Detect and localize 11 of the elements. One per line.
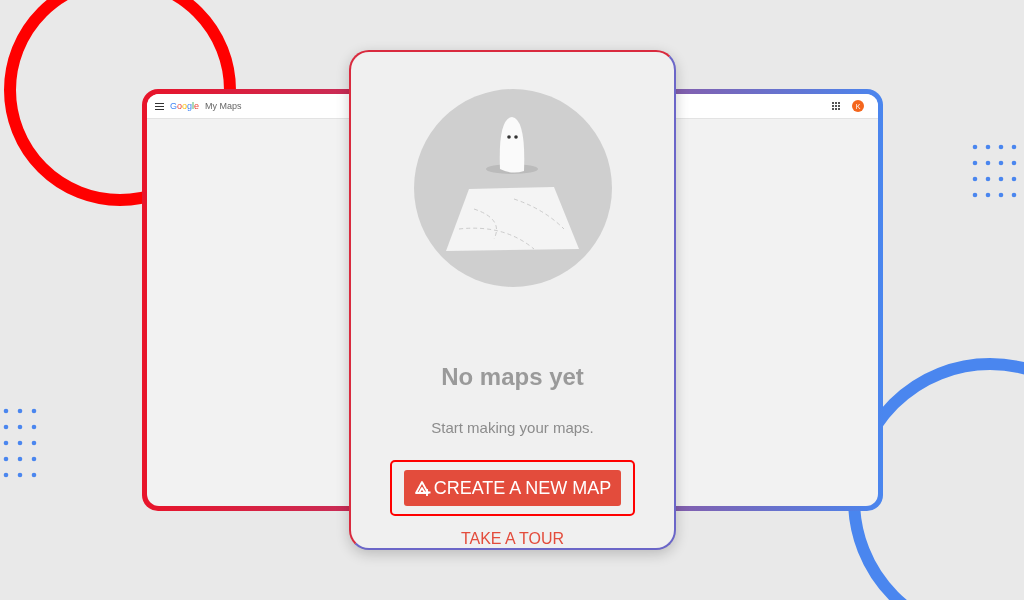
menu-icon[interactable] bbox=[155, 102, 164, 110]
apps-grid-icon[interactable] bbox=[832, 102, 840, 110]
dot-grid-drawing bbox=[972, 144, 1017, 198]
take-tour-link[interactable]: TAKE A TOUR bbox=[460, 530, 565, 548]
dot-grid-drawing bbox=[3, 408, 37, 478]
create-map-button[interactable]: CREATE A NEW MAP bbox=[403, 470, 622, 506]
map-add-icon bbox=[413, 479, 431, 497]
empty-heading: No maps yet bbox=[441, 363, 584, 391]
logo-text: Google bbox=[170, 101, 200, 111]
app-title: My Maps bbox=[205, 101, 242, 111]
empty-message: Start making your maps. bbox=[431, 419, 594, 436]
